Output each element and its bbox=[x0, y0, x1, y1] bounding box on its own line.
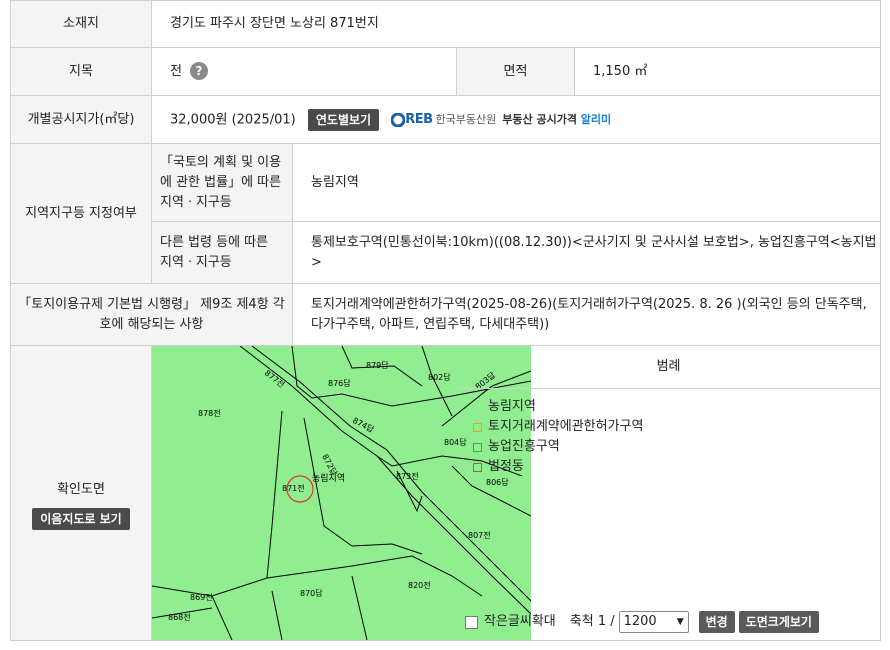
location-label: 소재지 bbox=[10, 0, 152, 48]
svg-text:871전: 871전 bbox=[282, 483, 305, 493]
legend-outline-icon bbox=[473, 462, 482, 472]
view-in-eum-map-button[interactable]: 이음지도로 보기 bbox=[32, 508, 130, 530]
land-category-label: 지목 bbox=[10, 47, 152, 96]
svg-text:873전: 873전 bbox=[396, 471, 419, 481]
land-use-plan-panel: 소재지 경기도 파주시 장단면 노상리 871번지 지목 전? 면적 1,150… bbox=[10, 0, 882, 641]
law1-value: 농림지역 bbox=[291, 143, 882, 222]
map-controls: 작은글씨확대 축척 1 / 1200 ▼ 변경 도면크게보기 bbox=[457, 604, 880, 640]
small-text-enlarge-checkbox[interactable] bbox=[465, 615, 478, 629]
scale-change-button[interactable]: 변경 bbox=[698, 611, 735, 633]
legend-item: 토지거래계약에관한허가구역 bbox=[473, 417, 864, 437]
svg-text:869전: 869전 bbox=[190, 592, 213, 602]
svg-text:농림지역: 농림지역 bbox=[312, 472, 345, 484]
scale-label: 축척 1 / bbox=[569, 614, 615, 629]
reb-logo-icon bbox=[391, 112, 406, 127]
legend-cell: 범례 농림지역 토지거래계약에관한허가구역 농업진흥구역 법정동 작은글씨확대 … bbox=[455, 345, 882, 641]
svg-text:802답: 802답 bbox=[428, 372, 451, 382]
legend-fill-icon bbox=[473, 402, 482, 412]
chevron-down-icon: ▼ bbox=[676, 617, 684, 627]
help-icon[interactable]: ? bbox=[189, 62, 208, 80]
regulation-value: 토지거래계약에관한허가구역(2025-08-26)(토지거래허가구역(2025.… bbox=[291, 283, 882, 346]
price-label: 개별공시지가(㎡당) bbox=[10, 95, 152, 144]
reb-agency-name: 한국부동산원 bbox=[435, 112, 497, 126]
land-category-value: 전 bbox=[170, 63, 182, 79]
land-info-table: 소재지 경기도 파주시 장단면 노상리 871번지 지목 전? 면적 1,150… bbox=[10, 0, 882, 641]
location-value: 경기도 파주시 장단면 노상리 871번지 bbox=[150, 0, 882, 48]
svg-text:876답: 876답 bbox=[328, 378, 351, 388]
map-label: 확인도면 bbox=[57, 482, 105, 497]
law2-value: 통제보호구역(민통선이북:10km)((08.12.30))<군사기지 및 군사… bbox=[291, 221, 882, 284]
yearly-view-button[interactable]: 연도별보기 bbox=[307, 108, 380, 131]
svg-text:879답: 879답 bbox=[366, 360, 389, 370]
legend-item: 농업진흥구역 bbox=[473, 437, 864, 457]
price-cell: 32,000원 (2025/01) 연도별보기 REB 한국부동산원 부동산 공… bbox=[150, 95, 882, 144]
legend-item: 법정동 bbox=[473, 457, 864, 477]
svg-text:878전: 878전 bbox=[198, 408, 221, 418]
svg-text:820전: 820전 bbox=[408, 580, 431, 590]
zone-label: 지역지구등 지정여부 bbox=[10, 143, 152, 284]
price-alert-text: 부동산 공시가격 알리미 bbox=[502, 112, 612, 126]
law1-label: 「국토의 계획 및 이용에 관한 법률」에 따른 지역ㆍ지구등 bbox=[151, 143, 293, 222]
legend-outline-icon bbox=[473, 422, 482, 432]
legend-outline-icon bbox=[473, 442, 482, 452]
legend-panel: 범례 농림지역 토지거래계약에관한허가구역 농업진흥구역 법정동 bbox=[457, 346, 881, 485]
enlarge-map-button[interactable]: 도면크게보기 bbox=[738, 611, 819, 633]
map-label-cell: 확인도면 이음지도로 보기 bbox=[10, 345, 152, 641]
small-text-enlarge-label: 작은글씨확대 bbox=[484, 614, 556, 629]
svg-text:870답: 870답 bbox=[300, 588, 323, 598]
legend-item: 농림지역 bbox=[473, 397, 864, 417]
law2-label: 다른 법령 등에 따른 지역ㆍ지구등 bbox=[151, 221, 293, 284]
area-value: 1,150 ㎡ bbox=[573, 47, 882, 96]
land-category-cell: 전? bbox=[151, 47, 457, 96]
map-cell: 877전 876답 879답 802답 803답 878전 874답 804답 … bbox=[151, 345, 531, 641]
svg-text:868전: 868전 bbox=[168, 612, 191, 622]
reb-logo-text: REB bbox=[405, 111, 433, 127]
legend-list: 농림지역 토지거래계약에관한허가구역 농업진흥구역 법정동 bbox=[457, 389, 880, 485]
legend-title: 범례 bbox=[457, 346, 881, 389]
price-value: 32,000원 (2025/01) bbox=[170, 112, 296, 127]
reb-price-alert-link[interactable]: REB 한국부동산원 부동산 공시가격 알리미 bbox=[391, 110, 611, 130]
area-label: 면적 bbox=[456, 47, 575, 96]
scale-select[interactable]: 1200 ▼ bbox=[618, 611, 689, 633]
regulation-label: 「토지이용규제 기본법 시행령」 제9조 제4항 각 호에 해당되는 사항 bbox=[10, 283, 293, 346]
